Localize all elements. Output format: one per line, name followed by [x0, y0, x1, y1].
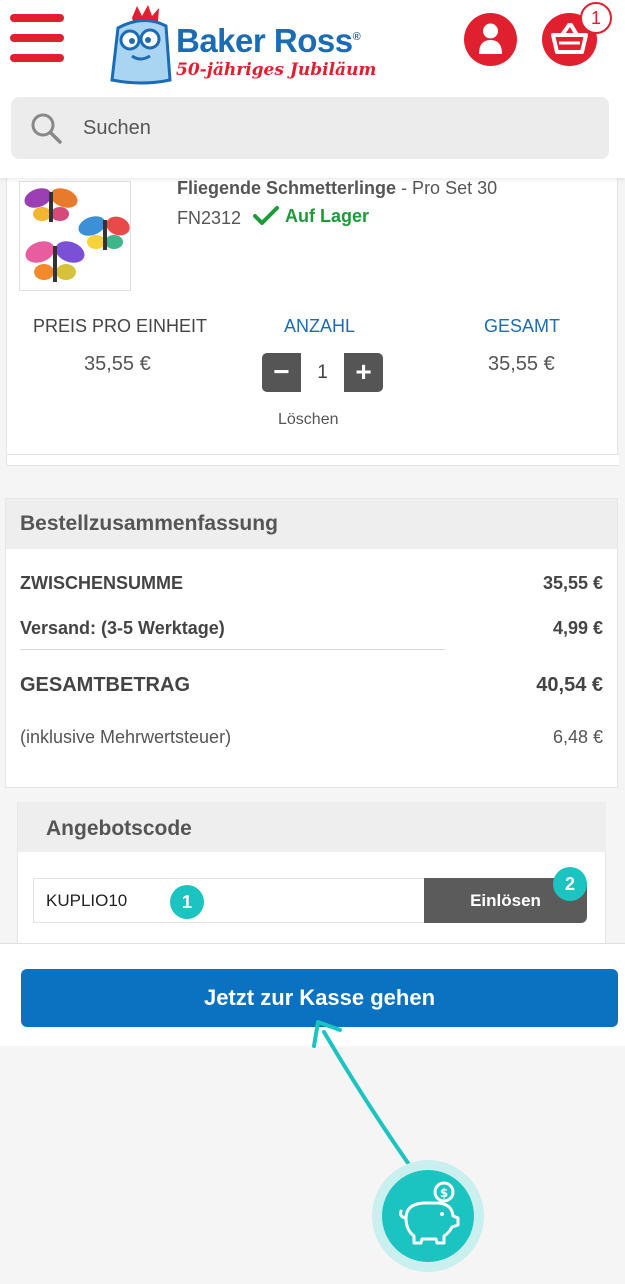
product-sku: FN2312	[177, 208, 242, 228]
quantity-header: ANZAHL	[284, 316, 356, 336]
brand-logo[interactable]: Baker Ross® 50-jähriges Jubiläum	[104, 4, 377, 86]
svg-text:$: $	[440, 1186, 448, 1200]
quantity-input[interactable]	[301, 353, 344, 392]
shipping-value: 4,99 €	[552, 618, 603, 638]
step-2-badge: 2	[553, 867, 587, 901]
summary-divider	[20, 649, 445, 650]
coupon-header: Angebotscode	[18, 802, 606, 852]
brand-name: Baker Ross®	[176, 22, 361, 59]
increase-quantity-button[interactable]: +	[344, 353, 383, 392]
piggy-bank-badge: $	[372, 1160, 484, 1272]
grand-total-value: 40,54 €	[536, 674, 603, 696]
vat-label: (inklusive Mehrwertsteuer)	[20, 727, 232, 747]
grand-total-label: GESAMTBETRAG	[20, 674, 190, 696]
summary-header: Bestellzusammenfassung	[6, 499, 617, 549]
coupon-code-input[interactable]	[33, 878, 425, 923]
menu-icon[interactable]	[10, 14, 65, 62]
cart-item: Fliegende Schmetterlinge - Pro Set 30 FN…	[6, 178, 619, 466]
stock-status: Auf Lager	[253, 205, 369, 227]
checkout-button[interactable]: Jetzt zur Kasse gehen	[21, 969, 618, 1027]
unit-price-value: 35,55 €	[84, 353, 151, 375]
cart-count-badge: 1	[580, 2, 612, 34]
coupon-panel: Angebotscode Einlösen	[17, 802, 606, 944]
shipping-label: Versand: (3-5 Werktage)	[20, 618, 225, 638]
brand-tagline: 50-jähriges Jubiläum	[176, 60, 377, 80]
mascot-icon	[110, 5, 172, 85]
account-button[interactable]	[464, 13, 517, 66]
summary-title: Bestellzusammenfassung	[20, 512, 278, 535]
delete-item-link[interactable]: Löschen	[278, 411, 339, 429]
subtotal-label: ZWISCHENSUMME	[20, 573, 183, 593]
product-image[interactable]	[19, 181, 131, 291]
order-summary: Bestellzusammenfassung ZWISCHENSUMME 35,…	[5, 498, 618, 788]
user-icon	[479, 23, 502, 54]
step-1-badge: 1	[170, 885, 204, 919]
line-total-value: 35,55 €	[488, 353, 555, 375]
total-header: GESAMT	[484, 316, 561, 336]
subtotal-value: 35,55 €	[542, 573, 603, 593]
stock-label: Auf Lager	[285, 205, 370, 226]
quantity-stepper: − +	[262, 353, 384, 392]
card-divider	[7, 454, 619, 466]
checkmark-icon	[253, 206, 279, 225]
search-bar	[11, 97, 609, 159]
unit-price-header: PREIS PRO EINHEIT	[33, 316, 208, 336]
site-header: Baker Ross® 50-jähriges Jubiläum 1	[0, 0, 625, 178]
product-name[interactable]: Fliegende Schmetterlinge - Pro Set 30	[177, 178, 497, 199]
piggy-bank-icon: $	[399, 1181, 460, 1245]
vat-value: 6,48 €	[552, 727, 603, 747]
search-icon[interactable]	[29, 111, 63, 145]
coupon-title: Angebotscode	[46, 817, 192, 840]
decrease-quantity-button[interactable]: −	[262, 353, 301, 392]
butterfly-image	[24, 188, 130, 282]
search-input[interactable]	[83, 107, 583, 149]
